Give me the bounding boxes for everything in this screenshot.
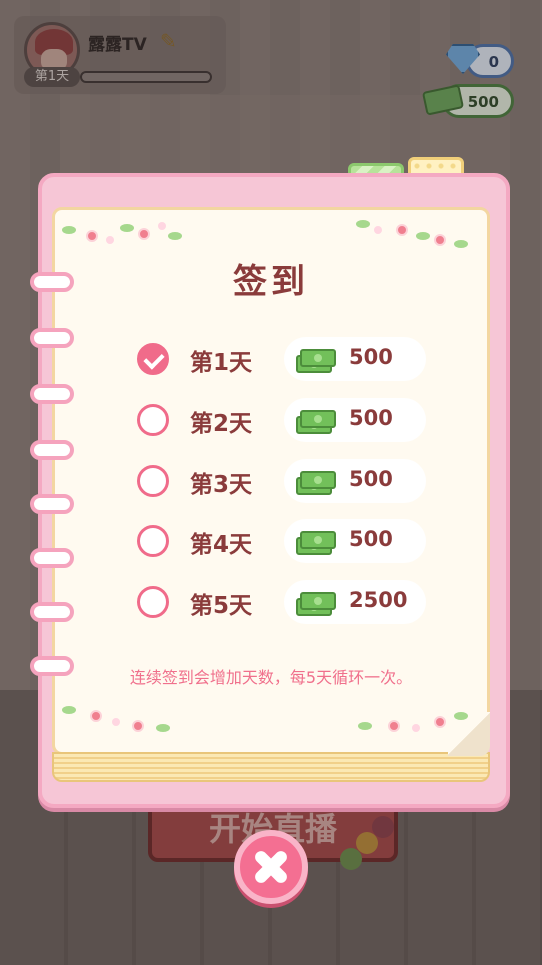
- signin-row[interactable]: 第5天 2500: [0, 580, 542, 624]
- flower-decoration: [62, 700, 182, 740]
- reward-amount: 500: [349, 406, 393, 430]
- flower-decoration: [62, 216, 182, 256]
- reward-amount: 2500: [349, 588, 408, 612]
- close-button[interactable]: [234, 830, 308, 904]
- signin-hint: 连续签到会增加天数，每5天循环一次。: [129, 668, 413, 687]
- reward-amount: 500: [349, 467, 393, 491]
- flower-decoration: [358, 708, 478, 748]
- signin-row[interactable]: 第4天 500: [0, 519, 542, 563]
- money-icon: [296, 469, 336, 495]
- money-icon: [296, 529, 336, 555]
- unchecked-circle-icon: [137, 586, 169, 618]
- signin-row[interactable]: 第2天 500: [0, 398, 542, 442]
- reward-amount: 500: [349, 345, 393, 369]
- reward-amount: 500: [349, 527, 393, 551]
- day-label: 第2天: [190, 411, 253, 437]
- day-label: 第5天: [190, 593, 253, 619]
- unchecked-circle-icon: [137, 404, 169, 436]
- page-edges: [52, 752, 490, 782]
- day-label: 第3天: [190, 472, 253, 498]
- flower-decoration: [356, 214, 476, 254]
- dialog-title: 签到: [233, 262, 309, 302]
- unchecked-circle-icon: [137, 525, 169, 557]
- money-icon: [296, 408, 336, 434]
- signin-row[interactable]: 第1天 500: [0, 337, 542, 381]
- money-icon: [296, 590, 336, 616]
- day-label: 第4天: [190, 532, 253, 558]
- day-label: 第1天: [190, 350, 253, 376]
- money-icon: [296, 347, 336, 373]
- spiral-ring: [30, 440, 74, 460]
- unchecked-circle-icon: [137, 465, 169, 497]
- signin-row[interactable]: 第3天 500: [0, 459, 542, 503]
- close-icon: [251, 847, 291, 887]
- checked-icon: [137, 343, 169, 375]
